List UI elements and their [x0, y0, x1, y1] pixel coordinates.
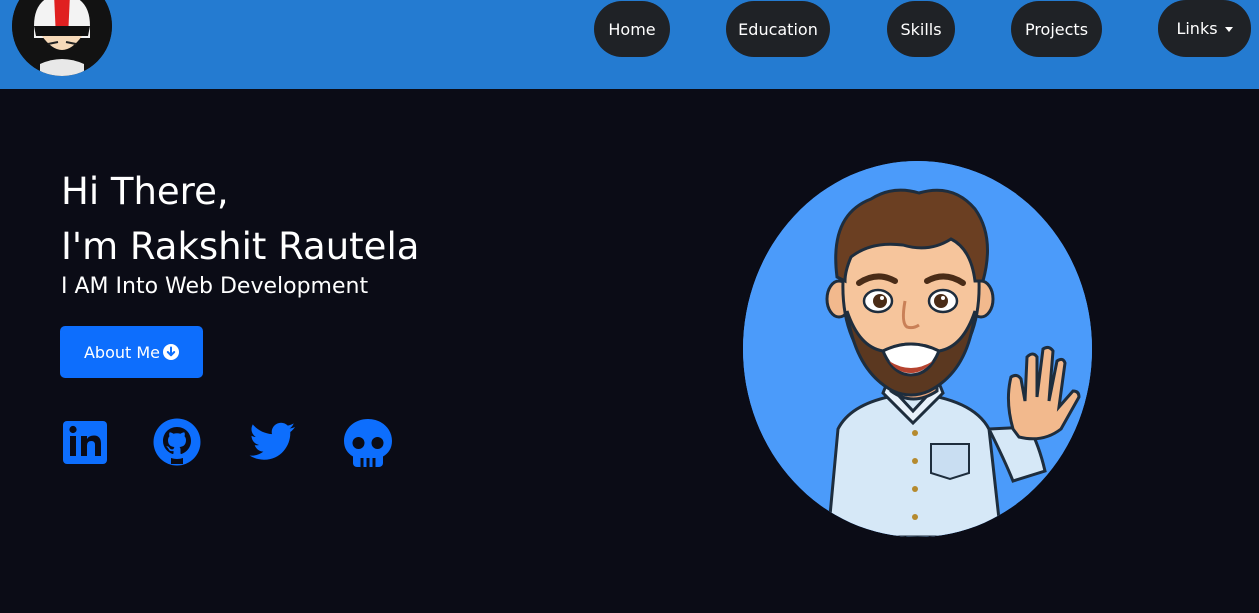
about-me-button[interactable]: About Me [60, 326, 203, 378]
greeting-line-1: Hi There, [61, 170, 229, 213]
nav-home-label: Home [608, 19, 656, 39]
github-link[interactable] [153, 418, 203, 468]
linkedin-icon [63, 421, 107, 464]
navbar: Home Education Skills Projects Links [0, 0, 1259, 89]
twitter-link[interactable] [247, 418, 297, 468]
nav-projects-label: Projects [1024, 19, 1089, 39]
nav-education-label: Education [738, 19, 818, 39]
skull-link[interactable] [343, 418, 393, 468]
nav-home[interactable]: Home [594, 1, 670, 57]
skull-icon [344, 419, 392, 467]
github-icon [153, 418, 201, 466]
nav-skills-label: Skills [900, 19, 942, 39]
logo[interactable] [12, 0, 112, 76]
greeting-line-2: I'm Rakshit Rautela [61, 225, 420, 268]
caret-down-icon [1224, 27, 1233, 32]
about-me-label: About Me [83, 342, 161, 362]
nav-skills[interactable]: Skills [887, 1, 955, 57]
arrow-down-circle-icon [163, 344, 180, 360]
hero-tagline: I AM Into Web Development [61, 274, 369, 299]
linkedin-link[interactable] [62, 418, 112, 468]
nav-links-label: Links [1176, 19, 1218, 38]
twitter-icon [249, 422, 295, 460]
profile-avatar [743, 161, 1092, 537]
bitmoji-avatar-icon [743, 161, 1092, 537]
hero-heading: Hi There, I'm Rakshit Rautela [61, 164, 419, 274]
nav-projects[interactable]: Projects [1011, 1, 1102, 57]
nav-links-dropdown[interactable]: Links [1158, 0, 1251, 57]
nav-education[interactable]: Education [726, 1, 830, 57]
helmet-logo-icon [12, 0, 112, 76]
